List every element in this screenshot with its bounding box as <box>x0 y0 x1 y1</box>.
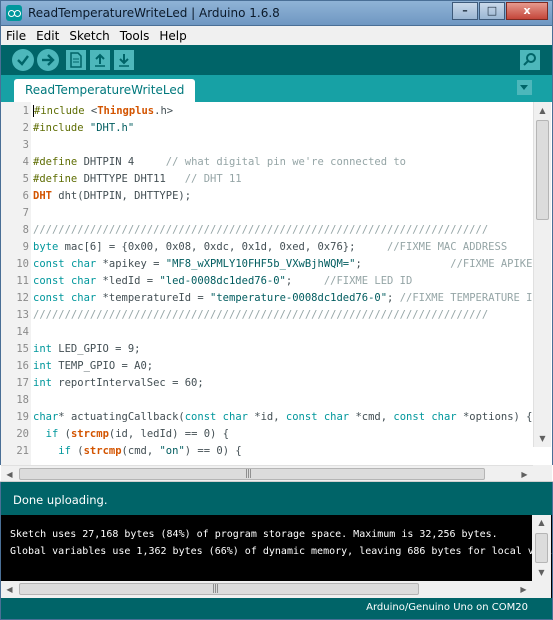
horizontal-scroll-thumb[interactable]: ||| <box>19 583 419 595</box>
scroll-right-icon[interactable]: ▶ <box>515 581 532 598</box>
line-number: 3 <box>22 139 29 151</box>
window-title: ReadTemperatureWriteLed | Arduino 1.6.8 <box>28 6 280 20</box>
code-text: byte mac[6] = {0x00, 0x08, 0xdc, 0x1d, 0… <box>33 241 508 253</box>
console-line: Global variables use 1,362 bytes (66%) o… <box>10 546 553 557</box>
close-button[interactable]: x <box>506 2 548 20</box>
editor-vertical-scrollbar[interactable]: ▲ ▼ <box>533 102 551 447</box>
maximize-button[interactable]: □ <box>479 2 505 20</box>
line-number: 17 <box>16 377 29 389</box>
code-text: int LED_GPIO = 9; <box>33 343 141 355</box>
scroll-corner <box>533 465 552 482</box>
editor-horizontal-scrollbar[interactable]: ◀ ||| ▶ <box>1 465 533 482</box>
line-number: 15 <box>16 343 29 355</box>
horizontal-scroll-thumb[interactable]: ||| <box>19 468 485 480</box>
line-number: 21 <box>16 445 29 457</box>
new-sketch-button[interactable] <box>66 50 86 70</box>
code-text: #include <Thingplus.h> <box>33 105 174 117</box>
menu-file[interactable]: File <box>6 29 26 43</box>
line-number: 10 <box>16 258 29 270</box>
scroll-thumb[interactable] <box>535 533 548 563</box>
code-text: #define DHTTYPE DHT11 // DHT 11 <box>33 173 242 185</box>
status-message: Done uploading. <box>13 493 108 507</box>
line-number: 14 <box>16 326 29 338</box>
check-icon <box>17 55 29 66</box>
line-number: 8 <box>22 224 29 236</box>
scroll-down-icon[interactable]: ▼ <box>532 565 551 581</box>
line-number: 12 <box>16 292 29 304</box>
upload-button[interactable] <box>37 49 59 71</box>
grip-icon: ||| <box>212 584 219 594</box>
code-text: DHT dht(DHTPIN, DHTTYPE); <box>33 190 192 202</box>
window-controls: – □ x <box>451 2 548 20</box>
line-number: 16 <box>16 360 29 372</box>
console-line: Sketch uses 27,168 bytes (84%) of progra… <box>10 529 498 540</box>
code-text: if (strcmp(id, ledId) == 0) { <box>45 428 230 440</box>
line-number: 11 <box>16 275 29 287</box>
board-status-bar: Arduino/Genuino Uno on COM20 <box>0 598 553 620</box>
menu-tools[interactable]: Tools <box>120 29 150 43</box>
arrow-down-icon <box>119 54 129 67</box>
line-number: 20 <box>16 428 29 440</box>
board-port-label: Arduino/Genuino Uno on COM20 <box>366 602 528 613</box>
menu-bar: File Edit Sketch Tools Help <box>0 26 553 45</box>
open-button[interactable] <box>90 50 110 70</box>
toolbar <box>0 45 553 75</box>
tab-menu-dropdown-icon[interactable] <box>517 80 532 95</box>
window-title-bar: ReadTemperatureWriteLed | Arduino 1.6.8 … <box>0 0 553 26</box>
code-text: int reportIntervalSec = 60; <box>33 377 204 389</box>
new-file-icon <box>70 52 82 68</box>
code-text: #define DHTPIN 4 // what digital pin we'… <box>33 156 406 168</box>
line-number: 2 <box>22 122 29 134</box>
status-bar: Done uploading. <box>0 482 553 515</box>
tab-bar: ReadTemperatureWriteLed <box>0 75 553 102</box>
line-number: 1 <box>22 105 29 117</box>
code-text: const char *temperatureId = "temperature… <box>33 292 539 304</box>
code-text: int TEMP_GPIO = A0; <box>33 360 154 372</box>
grip-icon: ||| <box>245 469 252 479</box>
line-number: 13 <box>16 309 29 321</box>
serial-monitor-button[interactable] <box>520 50 540 70</box>
menu-sketch[interactable]: Sketch <box>69 29 109 43</box>
line-number: 9 <box>22 241 29 253</box>
line-number: 4 <box>22 156 29 168</box>
arduino-logo-icon <box>6 5 22 21</box>
code-text: if (strcmp(cmd, "on") == 0) { <box>58 445 242 457</box>
maximize-icon: □ <box>486 4 498 17</box>
arrow-up-icon <box>95 53 105 67</box>
code-text: const char *apikey = "MF8_wXPMLY10FHF5b_… <box>33 258 539 270</box>
line-number: 18 <box>16 394 29 406</box>
tab-sketch[interactable]: ReadTemperatureWriteLed <box>14 79 196 102</box>
save-button[interactable] <box>114 50 134 70</box>
line-number: 19 <box>16 411 29 423</box>
console-output[interactable]: Sketch uses 27,168 bytes (84%) of progra… <box>0 515 553 598</box>
scroll-corner <box>532 581 551 598</box>
code-editor[interactable]: 1 #include <Thingplus.h> 2 #include "DHT.h"… <box>0 102 553 465</box>
magnifier-icon <box>523 53 536 66</box>
code-text: ////////////////////////////////////////… <box>33 224 489 236</box>
line-number: 7 <box>22 207 29 219</box>
scroll-left-icon[interactable]: ◀ <box>1 581 18 598</box>
code-text: char* actuatingCallback(const char *id, … <box>33 411 533 423</box>
line-number: 5 <box>22 173 29 185</box>
close-icon: x <box>523 4 531 17</box>
console-vertical-scrollbar[interactable]: ▲ ▼ <box>532 515 551 581</box>
console-horizontal-scrollbar[interactable]: ◀ ||| ▶ <box>1 581 532 598</box>
code-text: #include "DHT.h" <box>33 122 135 134</box>
minimize-icon: – <box>462 4 468 17</box>
arrow-right-icon <box>42 54 55 66</box>
verify-button[interactable] <box>12 49 34 71</box>
scroll-thumb[interactable] <box>536 120 549 220</box>
scroll-up-icon[interactable]: ▲ <box>532 515 551 531</box>
line-number: 6 <box>22 190 29 202</box>
code-text: ////////////////////////////////////////… <box>33 309 489 321</box>
scroll-down-icon[interactable]: ▼ <box>534 430 551 447</box>
menu-help[interactable]: Help <box>159 29 186 43</box>
code-text: const char *ledId = "led-0008dc1ded76-0"… <box>33 275 413 287</box>
menu-edit[interactable]: Edit <box>36 29 59 43</box>
scroll-up-icon[interactable]: ▲ <box>534 102 551 119</box>
minimize-button[interactable]: – <box>452 2 478 20</box>
